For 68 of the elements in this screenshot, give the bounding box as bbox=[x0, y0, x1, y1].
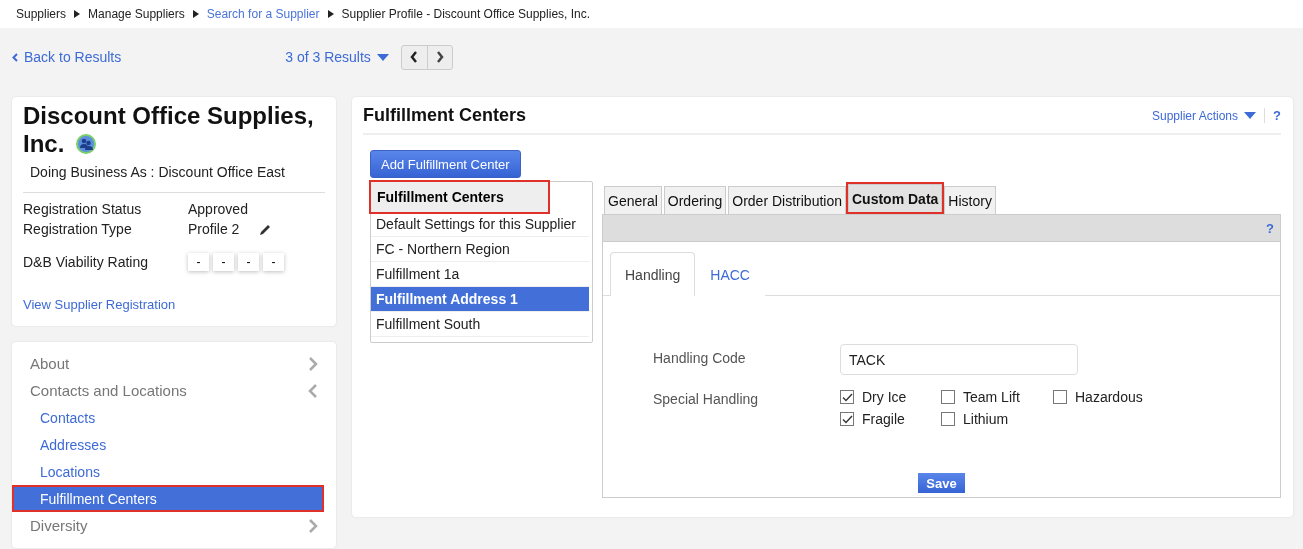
pencil-icon[interactable] bbox=[259, 222, 273, 236]
dba-text: Doing Business As : Discount Office East bbox=[23, 158, 325, 193]
list-item[interactable]: Fulfillment Address 1 bbox=[371, 287, 589, 312]
field-value: Approved bbox=[188, 201, 248, 217]
triangle-right-icon bbox=[327, 10, 334, 18]
tab[interactable]: General bbox=[604, 186, 662, 214]
list-item[interactable]: FC - Northern Region bbox=[371, 237, 589, 262]
panel-title: Fulfillment Centers bbox=[363, 105, 527, 126]
nav-subitem[interactable]: Addresses bbox=[12, 431, 336, 458]
breadcrumb-item: Suppliers bbox=[16, 7, 67, 21]
tab[interactable]: Ordering bbox=[663, 186, 727, 214]
rating-cell: - bbox=[238, 253, 259, 271]
save-button[interactable]: Save bbox=[918, 473, 965, 493]
breadcrumb-link[interactable]: Search for a Supplier bbox=[206, 7, 320, 21]
registration-link[interactable]: View Supplier Registration bbox=[23, 297, 325, 312]
checkbox[interactable] bbox=[840, 390, 854, 404]
chevron-right-icon bbox=[308, 356, 318, 371]
back-link[interactable]: Back to Results bbox=[12, 49, 122, 65]
chevron-right-icon bbox=[435, 51, 444, 63]
nav-item[interactable]: Contacts and Locations bbox=[12, 377, 336, 404]
help-link[interactable]: ? bbox=[1266, 220, 1274, 236]
chevron-left-icon bbox=[308, 383, 318, 398]
breadcrumb-item: Manage Suppliers bbox=[88, 7, 185, 21]
nav-subitem[interactable]: Locations bbox=[12, 458, 336, 485]
add-fulfillment-center-button[interactable]: Add Fulfillment Center bbox=[370, 150, 521, 178]
people-globe-icon bbox=[76, 134, 97, 154]
caret-down-icon bbox=[376, 53, 389, 61]
rating-cell: - bbox=[188, 253, 209, 271]
tab[interactable]: Order Distribution bbox=[728, 186, 846, 214]
tab[interactable]: History bbox=[944, 186, 996, 214]
list-item[interactable]: Default Settings for this Supplier bbox=[371, 212, 589, 237]
subtab[interactable]: Handling bbox=[610, 252, 696, 296]
triangle-right-icon bbox=[192, 10, 199, 18]
supplier-actions-menu[interactable]: Supplier Actions bbox=[1152, 108, 1257, 123]
checkbox-option[interactable]: Lithium bbox=[941, 411, 1053, 427]
nav-subitem[interactable]: Contacts bbox=[12, 404, 336, 431]
results-dropdown[interactable]: 3 of 3 Results bbox=[285, 49, 389, 65]
handling-code-field[interactable]: TACK bbox=[840, 344, 1078, 375]
tab[interactable]: Custom Data bbox=[848, 184, 943, 212]
rating-cell: - bbox=[263, 253, 284, 271]
chevron-right-icon bbox=[308, 518, 318, 533]
checkbox-option[interactable]: Fragile bbox=[840, 411, 941, 427]
checkbox[interactable] bbox=[941, 412, 955, 426]
field-label: Registration Type bbox=[23, 221, 133, 237]
nav-item[interactable]: Diversity bbox=[12, 512, 336, 539]
list-item[interactable]: Fulfillment South bbox=[371, 312, 589, 337]
field-label: Special Handling bbox=[653, 390, 760, 409]
triangle-right-icon bbox=[74, 10, 81, 18]
chevron-left-icon bbox=[12, 52, 18, 62]
checkbox[interactable] bbox=[941, 390, 955, 404]
help-link[interactable]: ? bbox=[1264, 108, 1281, 123]
checkbox-option[interactable]: Dry Ice bbox=[840, 389, 941, 405]
list-header: Fulfillment Centers bbox=[371, 182, 548, 212]
checkbox[interactable] bbox=[840, 412, 854, 426]
breadcrumb-item: Supplier Profile - Discount Office Supplies, Inc. bbox=[341, 7, 591, 21]
checkbox[interactable] bbox=[1053, 390, 1067, 404]
field-value: Profile 2 bbox=[188, 221, 240, 237]
nav-subitem[interactable]: Fulfillment Centers bbox=[12, 485, 324, 512]
field-label: Registration Status bbox=[23, 201, 143, 217]
chevron-left-icon bbox=[410, 51, 419, 63]
supplier-name: Discount Office Supplies, Inc. bbox=[23, 102, 315, 158]
field-label: D&B Viability Rating bbox=[23, 254, 150, 270]
nav-item[interactable]: About bbox=[12, 350, 336, 377]
checkbox-option[interactable]: Team Lift bbox=[941, 389, 1053, 405]
checkbox-option[interactable]: Hazardous bbox=[1053, 389, 1173, 405]
field-label: Handling Code bbox=[653, 349, 747, 368]
caret-down-icon bbox=[1244, 112, 1257, 119]
rating-cell: - bbox=[213, 253, 234, 271]
